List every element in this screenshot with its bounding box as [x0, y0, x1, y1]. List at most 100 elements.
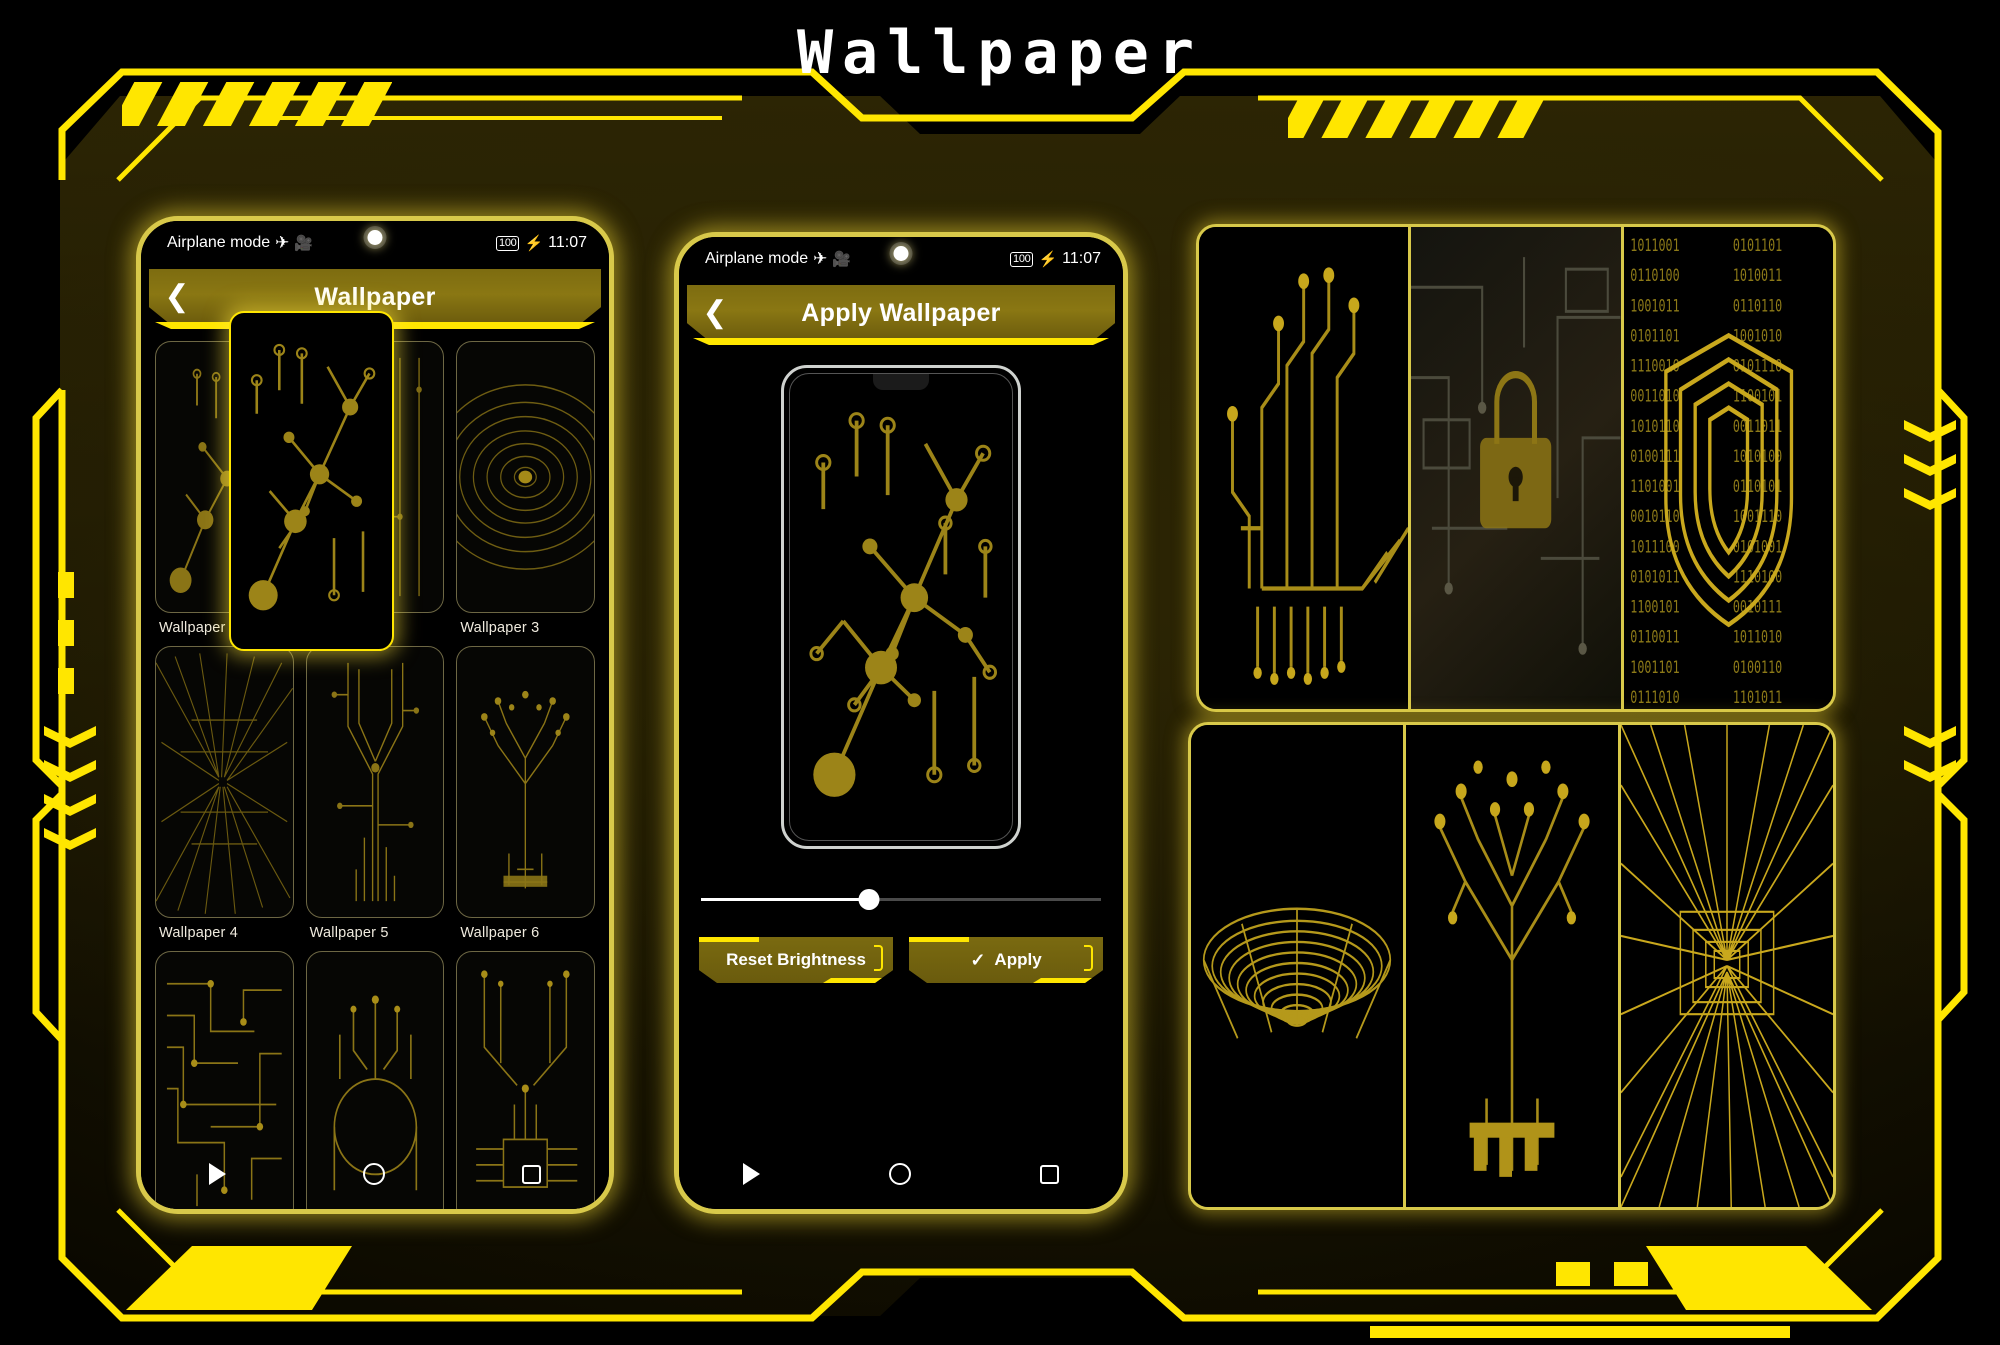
circuit-tree-art	[481, 690, 570, 889]
bottom-square-4	[1730, 1262, 1764, 1286]
svg-text:0101011: 0101011	[1630, 569, 1679, 588]
gallery-circuit-tree[interactable]	[1406, 725, 1618, 1207]
btn-accent-top	[699, 937, 759, 942]
svg-text:1100101: 1100101	[1630, 599, 1679, 618]
svg-text:1101001: 1101001	[1630, 478, 1679, 497]
wallpaper-thumbnail[interactable]	[456, 646, 595, 918]
svg-text:1010100: 1010100	[1733, 448, 1782, 467]
nav-recents-square-icon[interactable]	[521, 1164, 541, 1184]
svg-text:0011010: 0011010	[1630, 388, 1679, 407]
hazard-stripes-top-left	[122, 82, 392, 126]
right-chevron-stack-2	[1904, 726, 1956, 826]
wallpaper-caption: Wallpaper 4	[159, 925, 239, 941]
phone-apply-wallpaper: Airplane mode ✈ 🎥 100 ⚡ 11:07 ❮ Apply Wa…	[674, 232, 1128, 1214]
phone1-camera-dot	[367, 230, 383, 245]
left-chevron-stack	[44, 726, 96, 856]
btn-accent-bottom	[823, 978, 893, 983]
phone2-status-right: 100 ⚡ 11:07	[1010, 250, 1101, 268]
preview-notch	[873, 374, 929, 390]
svg-text:1010110: 1010110	[1630, 418, 1679, 437]
reset-brightness-button[interactable]: Reset Brightness	[699, 937, 893, 983]
binary-shield-art: 101100101101001001011 010110111100100011…	[1630, 237, 1793, 708]
video-camera-icon: 🎥	[832, 251, 852, 268]
svg-text:0100110: 0100110	[1733, 659, 1782, 678]
gallery-bottom-row	[1188, 722, 1836, 1210]
btn-accent-bottom	[1033, 978, 1103, 983]
svg-text:0011011: 0011011	[1733, 418, 1782, 437]
airplane-icon: ✈	[275, 233, 290, 252]
apply-button[interactable]: ✓ Apply	[909, 937, 1103, 983]
reset-brightness-label: Reset Brightness	[726, 950, 866, 969]
selected-wallpaper-preview[interactable]	[229, 311, 394, 651]
wallpaper-caption: Wallpaper 6	[460, 925, 540, 941]
svg-text:0110101: 0110101	[1733, 478, 1782, 497]
nav-recents-square-icon[interactable]	[1039, 1164, 1059, 1184]
nav-back-triangle-icon[interactable]	[743, 1163, 761, 1185]
nav-home-circle-icon[interactable]	[362, 1163, 385, 1185]
left-tick-2	[58, 620, 74, 646]
apply-action-row: Reset Brightness ✓ Apply	[699, 937, 1103, 985]
phone1-screen: Airplane mode ✈ 🎥 100 ⚡ 11:07 ❮ Wallpape…	[141, 221, 609, 1209]
bottom-square-3	[1672, 1262, 1706, 1286]
phone1-status-right: 100 ⚡ 11:07	[496, 234, 587, 252]
phone1-status-left: Airplane mode ✈ 🎥	[167, 233, 313, 253]
wallpaper-preview-device	[781, 365, 1021, 849]
airplane-icon: ✈	[813, 249, 828, 268]
gallery-vortex-rings[interactable]	[1191, 725, 1403, 1207]
wallpaper-grid-item[interactable]: Wallpaper 4	[155, 646, 294, 941]
wallpaper-grid-item[interactable]: Wallpaper 5	[305, 646, 445, 941]
gallery-binary-shield[interactable]: 1011001 0110100 1001011 0101101 1110010 0011…	[1623, 227, 1833, 709]
battery-icon: 100	[1010, 251, 1034, 267]
svg-text:0101101: 0101101	[1733, 237, 1782, 256]
phone-wallpaper-list: Airplane mode ✈ 🎥 100 ⚡ 11:07 ❮ Wallpape…	[136, 216, 614, 1214]
phone2-app-bar-underline	[693, 338, 1109, 345]
nav-back-triangle-icon[interactable]	[209, 1163, 227, 1185]
gallery-top-row: 1011001 0110100 1001011 0101101 1110010 0011…	[1196, 224, 1836, 712]
btn-side-notch	[874, 945, 883, 971]
svg-text:1010011: 1010011	[1733, 267, 1782, 286]
lock-circuit-art	[1411, 257, 1621, 655]
phone1-airplane-mode-label: Airplane mode	[167, 234, 271, 251]
video-camera-icon: 🎥	[294, 235, 314, 252]
svg-text:0111010: 0111010	[1630, 689, 1679, 708]
svg-text:0110011: 0110011	[1630, 629, 1679, 648]
radial-rings-art	[457, 384, 594, 570]
svg-text:0100111: 0100111	[1630, 448, 1679, 467]
btn-side-notch	[1084, 945, 1093, 971]
bottom-square-1	[1556, 1262, 1590, 1286]
battery-icon: 100	[496, 235, 520, 251]
check-icon: ✓	[970, 949, 986, 970]
phone2-app-bar-title: Apply Wallpaper	[801, 298, 1001, 327]
bottom-square-2	[1614, 1262, 1648, 1286]
gallery-ray-tunnel[interactable]	[1621, 725, 1833, 1207]
wallpaper-preview-screen	[789, 373, 1013, 841]
wallpaper-thumbnail[interactable]	[305, 646, 445, 918]
svg-text:0101101: 0101101	[1630, 328, 1679, 347]
right-chevron-stack	[1904, 420, 1956, 550]
svg-text:1011010: 1011010	[1733, 629, 1782, 648]
slider-track-filled	[701, 898, 869, 901]
slider-knob[interactable]	[858, 889, 880, 910]
hazard-stripes-top-right	[1288, 98, 1546, 138]
phone2-nav-bar	[679, 1147, 1123, 1201]
brightness-slider[interactable]	[701, 887, 1101, 911]
wallpaper-thumbnail[interactable]	[456, 341, 595, 613]
gallery-circuit-hand[interactable]	[1199, 227, 1409, 709]
apply-label: Apply	[994, 950, 1042, 969]
slider-track-remaining	[869, 898, 1101, 901]
wallpaper-grid-item[interactable]: Wallpaper 6	[456, 646, 595, 941]
nav-home-circle-icon[interactable]	[888, 1163, 911, 1185]
svg-text:1011001: 1011001	[1630, 237, 1679, 256]
phone2-app-bar: ❮ Apply Wallpaper	[687, 285, 1115, 341]
circuit-node-art-preview	[809, 412, 998, 797]
gallery-lock-circuit[interactable]	[1411, 227, 1621, 709]
vortex-rings-art	[1202, 907, 1392, 1039]
phone1-app-bar-title: Wallpaper	[314, 282, 436, 311]
bottom-bar	[1370, 1326, 1790, 1338]
wallpaper-thumbnail[interactable]	[155, 646, 294, 918]
wallpaper-grid-item[interactable]: Wallpaper 3	[456, 341, 595, 636]
wallpaper-caption: Wallpaper 3	[460, 620, 540, 636]
circuit-tree-art-large	[1434, 760, 1590, 1177]
circuit-node-art-large	[248, 343, 376, 611]
left-tick-1	[58, 572, 74, 598]
